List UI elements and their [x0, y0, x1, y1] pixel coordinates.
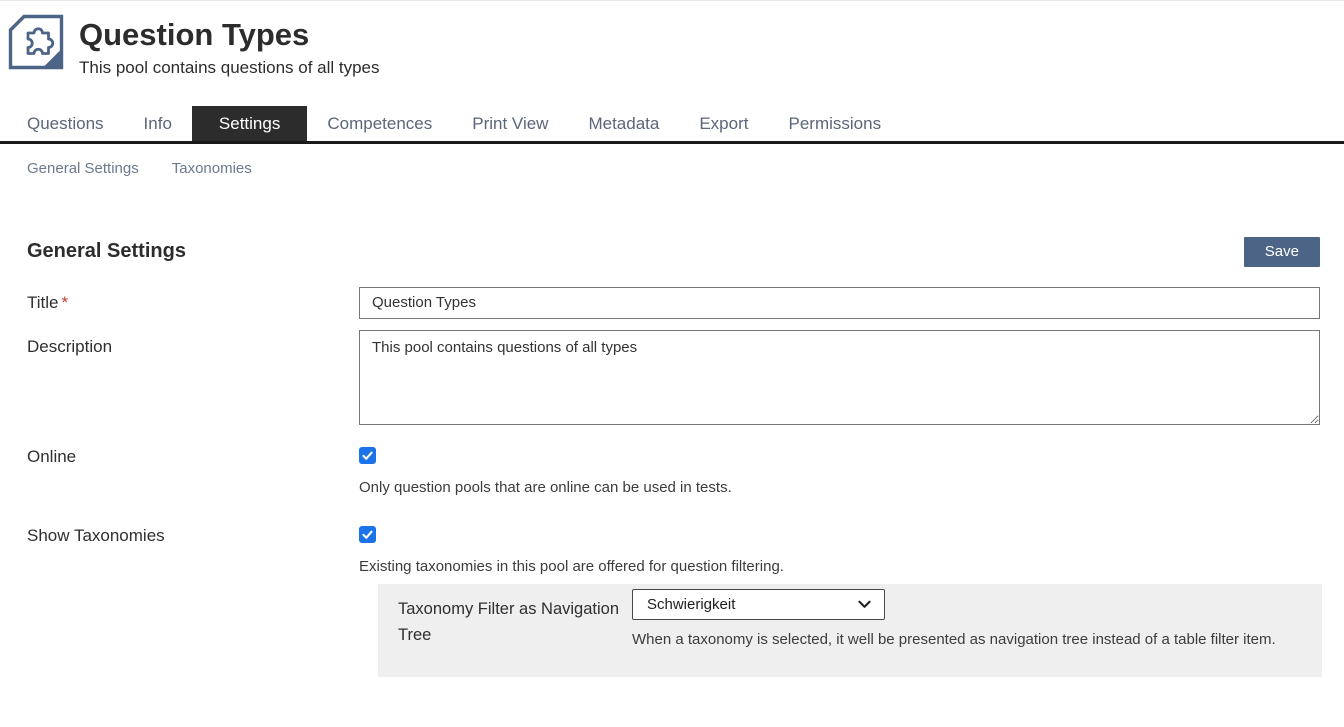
title-input[interactable]: [359, 287, 1320, 319]
form-heading: General Settings: [27, 240, 186, 263]
tab-settings[interactable]: Settings: [192, 106, 307, 141]
show-taxonomies-checkbox[interactable]: [359, 526, 376, 543]
description-label: Description: [27, 330, 359, 430]
required-asterisk: *: [62, 293, 69, 312]
taxonomy-filter-selected-value: Schwierigkeit: [647, 596, 735, 613]
page-header: Question Types This pool contains questi…: [0, 1, 1344, 78]
online-label: Online: [27, 447, 359, 496]
taxonomy-filter-label: Taxonomy Filter as Navigation Tree: [398, 589, 632, 653]
subtab-taxonomies[interactable]: Taxonomies: [172, 160, 252, 177]
main-tabbar: Questions Info Settings Competences Prin…: [0, 106, 1344, 144]
tab-permissions[interactable]: Permissions: [768, 106, 901, 141]
save-button[interactable]: Save: [1244, 237, 1320, 267]
show-taxonomies-hint: Existing taxonomies in this pool are off…: [359, 558, 1320, 575]
page-title: Question Types: [79, 16, 380, 55]
tab-questions[interactable]: Questions: [7, 106, 124, 141]
header-text-block: Question Types This pool contains questi…: [79, 14, 380, 78]
question-pool-puzzle-icon: [8, 14, 64, 70]
taxonomy-filter-subpanel: Taxonomy Filter as Navigation Tree Schwi…: [378, 584, 1322, 677]
show-taxonomies-label: Show Taxonomies: [27, 526, 359, 575]
online-hint: Only question pools that are online can …: [359, 479, 1320, 496]
tab-export[interactable]: Export: [679, 106, 768, 141]
question-pool-settings-page: Question Types This pool contains questi…: [0, 0, 1344, 727]
online-checkbox[interactable]: [359, 447, 376, 464]
tab-print-view[interactable]: Print View: [452, 106, 568, 141]
taxonomy-filter-hint: When a taxonomy is selected, it well be …: [632, 627, 1282, 653]
settings-form: General Settings Save Title* Description…: [0, 237, 1344, 677]
description-field-row: Description This pool contains questions…: [27, 330, 1320, 430]
tab-metadata[interactable]: Metadata: [568, 106, 679, 141]
taxonomy-filter-select[interactable]: Schwierigkeit: [632, 589, 885, 620]
title-field-row: Title*: [27, 287, 1320, 319]
show-taxonomies-field-row: Show Taxonomies Existing taxonomies in t…: [27, 526, 1320, 575]
chevron-down-icon: [857, 598, 872, 611]
title-label: Title*: [27, 293, 359, 313]
tab-competences[interactable]: Competences: [307, 106, 452, 141]
subtab-general-settings[interactable]: General Settings: [27, 160, 139, 177]
online-field-row: Online Only question pools that are onli…: [27, 447, 1320, 496]
tab-info[interactable]: Info: [124, 106, 192, 141]
form-section-header: General Settings Save: [27, 237, 1320, 267]
page-subtitle: This pool contains questions of all type…: [79, 58, 380, 78]
sub-tabbar: General Settings Taxonomies: [0, 144, 1344, 177]
description-textarea[interactable]: This pool contains questions of all type…: [359, 330, 1320, 425]
